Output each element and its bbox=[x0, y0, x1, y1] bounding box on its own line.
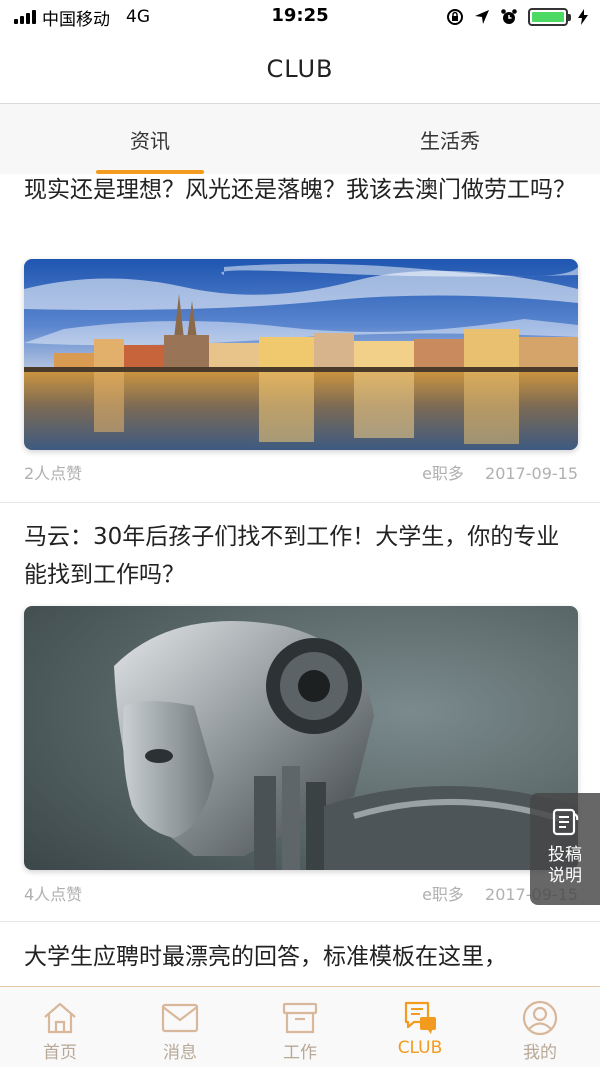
alarm-icon bbox=[501, 9, 517, 24]
club-chat-icon bbox=[404, 1001, 436, 1034]
bottom-tab-bar: 首页 消息 工作 CLUB 我的 bbox=[0, 986, 600, 1067]
tab-messages-label: 消息 bbox=[163, 1043, 197, 1063]
article-meta: 2人点赞 e职多 2017-09-15 bbox=[24, 460, 578, 484]
navigation-bar: CLUB bbox=[0, 34, 600, 104]
profile-icon bbox=[522, 1000, 558, 1036]
briefcase-icon bbox=[282, 1002, 318, 1034]
tab-home-label: 首页 bbox=[43, 1043, 77, 1063]
charging-icon bbox=[578, 9, 588, 25]
tab-profile-label: 我的 bbox=[523, 1043, 557, 1063]
tab-work[interactable]: 工作 bbox=[240, 987, 360, 1067]
article-image-city[interactable] bbox=[24, 259, 578, 450]
segment-tabs: 资讯 生活秀 bbox=[0, 104, 600, 174]
tab-messages[interactable]: 消息 bbox=[120, 987, 240, 1067]
article-date: 2017-09-15 bbox=[485, 464, 578, 483]
status-right bbox=[446, 6, 588, 28]
tab-profile[interactable]: 我的 bbox=[480, 987, 600, 1067]
submission-guide-label: 投稿说明 bbox=[548, 845, 582, 886]
article-title[interactable]: 大学生应聘时最漂亮的回答，标准模板在这里， bbox=[24, 938, 580, 976]
tab-club[interactable]: CLUB bbox=[360, 987, 480, 1067]
article-source: e职多 bbox=[422, 464, 464, 483]
mail-icon bbox=[161, 1003, 199, 1033]
article-feed[interactable]: 现实还是理想？风光还是落魄？我该去澳门做劳工吗？ 2人点赞 e职多 2017-0… bbox=[0, 174, 600, 986]
article-meta: 4人点赞 e职多 2017-09-15 bbox=[24, 881, 578, 905]
divider bbox=[0, 921, 600, 922]
tab-news[interactable]: 资讯 bbox=[0, 104, 300, 174]
location-icon bbox=[475, 10, 489, 24]
home-icon bbox=[44, 1002, 76, 1034]
article-title[interactable]: 现实还是理想？风光还是落魄？我该去澳门做劳工吗？ bbox=[24, 174, 580, 209]
tab-club-label: CLUB bbox=[397, 1038, 443, 1058]
like-count: 4人点赞 bbox=[24, 885, 83, 904]
article-image-robot[interactable] bbox=[24, 606, 578, 870]
city-waterfront-photo bbox=[24, 259, 578, 450]
tab-life-show[interactable]: 生活秀 bbox=[300, 104, 600, 174]
tab-work-label: 工作 bbox=[283, 1043, 317, 1063]
status-bar: 中国移动 4G 19:25 bbox=[0, 0, 600, 34]
rotation-lock-icon bbox=[447, 9, 463, 25]
robot-head-photo bbox=[24, 606, 578, 870]
battery-icon bbox=[528, 8, 571, 26]
submission-guide-button[interactable]: 投稿说明 bbox=[530, 793, 600, 905]
article-source: e职多 bbox=[422, 885, 464, 904]
tab-home[interactable]: 首页 bbox=[0, 987, 120, 1067]
article-title[interactable]: 马云：30年后孩子们找不到工作！大学生，你的专业能找到工作吗？ bbox=[24, 518, 580, 594]
divider bbox=[0, 502, 600, 503]
page-title: CLUB bbox=[266, 54, 334, 83]
document-icon bbox=[552, 808, 579, 836]
like-count: 2人点赞 bbox=[24, 464, 83, 483]
